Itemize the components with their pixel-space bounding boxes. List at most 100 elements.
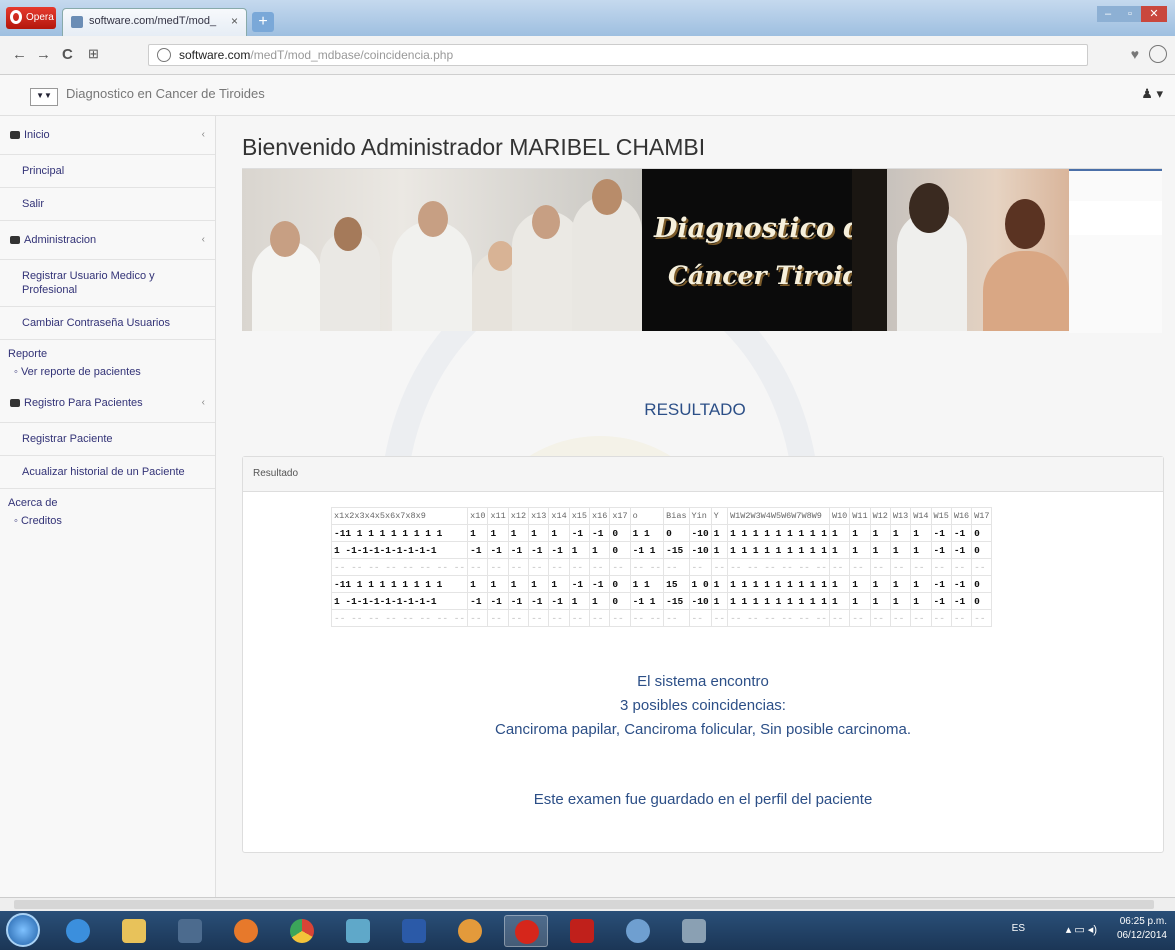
sidebar-item-registro-pacientes[interactable]: Registro Para Pacientes ‹ xyxy=(0,384,215,423)
matrix-cell: 1 xyxy=(889,592,912,610)
sidebar-item-salir[interactable]: Salir xyxy=(0,188,215,221)
window-controls: ‒ ▫ ✕ xyxy=(1097,4,1167,22)
back-icon[interactable]: ← xyxy=(12,46,27,63)
sidebar-item-ver-reporte[interactable]: ◦ Ver reporte de pacientes xyxy=(0,364,215,384)
matrix-cell: 0 xyxy=(663,524,690,542)
taskbar-chrome-icon[interactable] xyxy=(280,915,324,947)
matrix-cell: 0 xyxy=(609,592,631,610)
matrix-cell: 1 xyxy=(889,541,912,559)
minimize-icon[interactable]: ‒ xyxy=(1097,6,1119,22)
system-tray-icons[interactable]: ▴ ▭ ◂) xyxy=(1066,923,1097,936)
user-menu-icon[interactable]: ♟ ▾ xyxy=(1141,86,1163,102)
taskbar-opera-icon[interactable] xyxy=(504,915,548,947)
matrix-cell: -- xyxy=(710,558,729,576)
horizontal-scrollbar[interactable] xyxy=(0,897,1175,912)
taskbar-app-icon[interactable] xyxy=(616,915,660,947)
matrix-cell: -- xyxy=(487,558,509,576)
matrix-cell: -- xyxy=(910,609,932,627)
bookmark-heart-icon[interactable]: ♥ xyxy=(1131,46,1139,62)
extensions-icon[interactable] xyxy=(1149,45,1167,63)
result-panel: Resultado x1x2x3x4x5x6x7x8x9 x10 x11 x12 x13… xyxy=(242,456,1164,853)
matrix-cell: -1 1 xyxy=(629,541,665,559)
clock-time: 06:25 p.m. xyxy=(1119,916,1167,927)
brand-title[interactable]: Diagnostico en Cancer de Tiroides xyxy=(66,86,265,101)
matrix-cell: 1 0 xyxy=(688,575,712,593)
site-info-icon[interactable] xyxy=(157,48,171,62)
taskbar-word-icon[interactable] xyxy=(392,915,436,947)
sidebar-item-administracion[interactable]: Administracion ‹ xyxy=(0,221,215,260)
taskbar-app-icon[interactable] xyxy=(672,915,716,947)
site-logo[interactable]: ▼▼ xyxy=(30,88,58,106)
taskbar-app-icon[interactable] xyxy=(336,915,380,947)
sidebar-item-registrar-paciente[interactable]: Registrar Paciente xyxy=(0,423,215,456)
taskbar-app-icon[interactable] xyxy=(448,915,492,947)
browser-tab[interactable]: software.com/medT/mod_ × xyxy=(62,8,247,36)
matrix-cell: -1 xyxy=(528,592,550,610)
matrix-cell: -10 xyxy=(688,592,712,610)
matrix-cell: 1 -1-1-1-1-1-1-1-1 xyxy=(330,592,469,610)
matrix-cell: 1 xyxy=(487,575,509,593)
taskbar-ie-icon[interactable] xyxy=(56,915,100,947)
sidebar-item-reporte[interactable]: Reporte xyxy=(0,340,215,364)
matrix-cell: -- xyxy=(609,558,631,576)
matrix-cell: 1 xyxy=(910,541,932,559)
sidebar-item-registrar-usuario[interactable]: Registrar Usuario Medico y Profesional xyxy=(0,260,215,307)
taskbar-firefox-icon[interactable] xyxy=(224,915,268,947)
matrix-cell: -- xyxy=(568,558,591,576)
new-tab-button[interactable]: + xyxy=(252,12,274,32)
close-window-icon[interactable]: ✕ xyxy=(1141,6,1167,22)
opera-menu-button[interactable]: Opera xyxy=(6,7,56,29)
matrix-header-cell: Y xyxy=(710,507,729,525)
banner-title-area: Diagnostico de Cáncer Tiroideo xyxy=(642,169,893,331)
matrix-header-cell: W16 xyxy=(950,507,973,525)
doctor-head xyxy=(909,183,949,233)
address-bar[interactable]: software.com/medT/mod_mdbase/coincidenci… xyxy=(148,44,1088,66)
patient-head xyxy=(1005,199,1045,249)
maximize-icon[interactable]: ▫ xyxy=(1119,6,1141,22)
forward-icon[interactable]: → xyxy=(36,46,51,63)
matrix-cell: -- xyxy=(528,609,550,627)
matrix-row: 1 -1-1-1-1-1-1-1-1 -1 -1 -1 -1 -1 1 1 0 -1 1 -15 -1… xyxy=(330,541,993,559)
matrix-cell: -1 xyxy=(588,575,611,593)
doctor-patient-photo xyxy=(887,169,1069,331)
web-page: ▼▼ Diagnostico en Cancer de Tiroides ♟ ▾… xyxy=(0,75,1175,897)
matrix-cell: -1 xyxy=(507,541,530,559)
language-indicator[interactable]: ES xyxy=(1012,923,1025,934)
taskbar-acrobat-icon[interactable] xyxy=(560,915,604,947)
dashboard-icon xyxy=(10,399,20,408)
sidebar-item-creditos[interactable]: ◦ Creditos xyxy=(0,513,215,533)
matrix-cell: -- xyxy=(487,609,509,627)
matrix-cell: -1 xyxy=(588,524,611,542)
matrix-cell: -1 xyxy=(930,592,952,610)
matrix-cell: 1 xyxy=(710,575,729,593)
sidebar-label: Inicio xyxy=(24,129,50,141)
windows-taskbar: ES ▴ ▭ ◂) 06:25 p.m. 06/12/2014 xyxy=(0,911,1175,950)
taskbar-app-icon[interactable] xyxy=(168,915,212,947)
clock[interactable]: 06:25 p.m. 06/12/2014 xyxy=(1117,915,1167,943)
sidebar-item-acerca[interactable]: Acerca de xyxy=(0,489,215,513)
taskbar-explorer-icon[interactable] xyxy=(112,915,156,947)
matrix-cell: -- xyxy=(889,558,912,576)
sidebar-item-inicio[interactable]: Inicio ‹ xyxy=(0,116,215,155)
matrix-cell: 1 1 1 1 1 1 1 1 1 xyxy=(727,592,830,610)
matrix-cell: 1 xyxy=(467,575,489,593)
matrix-cell: 1 xyxy=(828,524,851,542)
matrix-cell: -1 xyxy=(467,592,489,610)
caret-left-icon: ‹ xyxy=(201,129,205,140)
sidebar-label: Registro Para Pacientes xyxy=(24,397,143,409)
scrollbar-thumb[interactable] xyxy=(14,900,1154,909)
matrix-cell: 0 xyxy=(609,524,631,542)
matrix-cell: -11 1 1 1 1 1 1 1 1 xyxy=(330,524,469,542)
matrix-header-cell: x11 xyxy=(487,507,509,525)
sidebar-item-principal[interactable]: Principal xyxy=(0,155,215,188)
sidebar-item-cambiar-contrasena[interactable]: Cambiar Contraseña Usuarios xyxy=(0,307,215,340)
reload-icon[interactable]: C xyxy=(62,46,73,63)
matrix-cell: -- xyxy=(688,609,712,627)
tab-close-icon[interactable]: × xyxy=(231,14,238,28)
matrix-header-cell: Yin xyxy=(688,507,712,525)
speed-dial-icon[interactable]: ⊞ xyxy=(88,46,99,62)
sidebar-item-actualizar-historial[interactable]: Acualizar historial de un Paciente xyxy=(0,456,215,489)
start-button-icon[interactable] xyxy=(6,913,40,947)
matrix-body: -11 1 1 1 1 1 1 1 1 1 1 1 1 1 -1 -1 0 1 1 0 -10 1 1 1… xyxy=(330,524,993,627)
matrix-header-cell: W10 xyxy=(828,507,851,525)
